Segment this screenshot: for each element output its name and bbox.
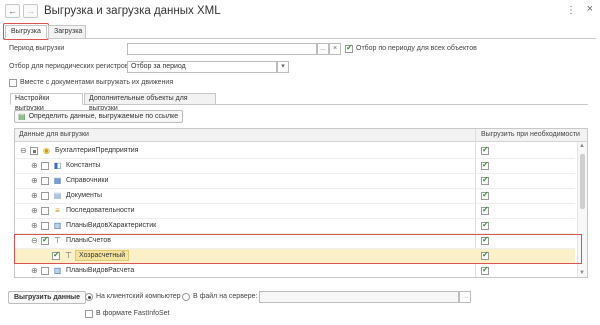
need-checkbox[interactable]	[481, 145, 489, 155]
expand-icon[interactable]: ⊕	[31, 161, 38, 170]
tabs-baseline	[4, 38, 596, 39]
highlight-export-tab	[3, 23, 49, 40]
expand-icon[interactable]: ⊕	[31, 221, 38, 230]
row-label: Справочники	[66, 177, 109, 184]
expand-icon[interactable]: ⊕	[31, 206, 38, 215]
constants-icon: ◧	[53, 161, 62, 170]
expand-icon[interactable]: ⊕	[31, 191, 38, 200]
row-label: Константы	[66, 162, 101, 169]
table-row[interactable]: ⊕ ≡ Последовательности	[15, 204, 575, 219]
scroll-up-icon[interactable]: ▲	[579, 143, 585, 149]
back-button[interactable]: ←	[5, 4, 20, 18]
define-data-button[interactable]: ▤ Определить данные, выгружаемые по ссыл…	[14, 110, 184, 123]
tab-import[interactable]: Загрузка	[48, 25, 86, 39]
server-radio[interactable]	[182, 293, 190, 301]
scroll-down-icon[interactable]: ▼	[579, 270, 585, 276]
need-checkbox[interactable]	[481, 190, 489, 200]
table-row[interactable]: ⊕ ▥ ПланыВидовРасчета	[15, 264, 575, 277]
close-icon[interactable]: ×	[587, 3, 593, 15]
row-label: Последовательности	[66, 207, 135, 214]
fastinfoset-label: В формате FastInfoSet	[96, 310, 170, 317]
documents-icon: ▤	[53, 191, 62, 200]
need-checkbox[interactable]	[481, 265, 489, 275]
expand-icon[interactable]: ⊕	[31, 176, 38, 185]
row-checkbox[interactable]	[41, 162, 49, 170]
need-checkbox[interactable]	[481, 160, 489, 170]
need-checkbox[interactable]	[481, 205, 489, 215]
row-checkbox[interactable]	[41, 222, 49, 230]
row-checkbox[interactable]	[41, 177, 49, 185]
calculation-types-icon: ▥	[53, 266, 62, 275]
row-checkbox[interactable]	[41, 192, 49, 200]
configuration-icon: ◉	[43, 146, 50, 155]
registers-select[interactable]: Отбор за период	[127, 61, 277, 73]
registers-dropdown-icon[interactable]: ▾	[277, 61, 289, 73]
table-row[interactable]: ⊖ ◉ БухгалтерияПредприятия	[15, 144, 575, 159]
period-select-button[interactable]: ...	[317, 43, 329, 55]
row-label: БухгалтерияПредприятия	[55, 147, 139, 154]
characteristics-icon: ▥	[53, 221, 62, 230]
docs-movements-checkbox[interactable]	[9, 79, 17, 87]
table-row[interactable]: ⊕ ▤ Документы	[15, 189, 575, 204]
forward-button[interactable]: →	[23, 4, 38, 18]
need-checkbox[interactable]	[481, 220, 489, 230]
define-data-label: Определить данные, выгружаемые по ссылке	[28, 113, 179, 120]
row-checkbox[interactable]	[30, 147, 38, 155]
catalogs-icon: ▦	[53, 176, 62, 185]
table-header: Данные для выгрузки Выгрузить при необхо…	[15, 129, 587, 142]
window-title: Выгрузка и загрузка данных XML	[44, 5, 221, 17]
define-data-icon: ▤	[18, 112, 26, 121]
need-checkbox[interactable]	[481, 175, 489, 185]
back-arrow-icon: ←	[8, 6, 17, 16]
sequences-icon: ≡	[55, 206, 60, 215]
filter-all-checkbox[interactable]	[345, 43, 353, 53]
tab-export-settings[interactable]: Настройки выгрузки	[10, 93, 83, 112]
scroll-thumb[interactable]	[580, 154, 585, 209]
forward-arrow-icon: →	[26, 6, 35, 16]
period-label: Период выгрузки	[9, 45, 65, 52]
expand-icon[interactable]: ⊖	[20, 146, 27, 155]
row-label: Документы	[66, 192, 103, 199]
server-path-input[interactable]	[259, 291, 459, 303]
export-data-button[interactable]: Выгрузить данные	[8, 291, 87, 304]
server-radio-label: В файл на сервере:	[193, 293, 258, 300]
filter-all-label: Отбор по периоду для всех объектов	[356, 45, 477, 52]
client-radio-label: На клиентский компьютер	[96, 293, 181, 300]
registers-label: Отбор для периодических регистров:	[9, 63, 131, 70]
table-row[interactable]: ⊕ ▥ ПланыВидовХарактеристик	[15, 219, 575, 234]
row-checkbox[interactable]	[41, 267, 49, 275]
more-vertical-icon[interactable]: ⋮	[566, 5, 576, 16]
server-browse-button[interactable]: …	[459, 291, 471, 303]
docs-movements-label: Вместе с документами выгружать их движен…	[20, 79, 174, 86]
row-label: ПланыВидовРасчета	[66, 267, 135, 274]
row-checkbox[interactable]	[41, 207, 49, 215]
col-need-header: Выгрузить при необходимости	[481, 131, 580, 138]
expand-icon[interactable]: ⊕	[31, 266, 38, 275]
period-clear-button[interactable]: ×	[329, 43, 341, 55]
fastinfoset-checkbox[interactable]	[85, 310, 93, 318]
highlight-accounts-rows	[14, 234, 582, 264]
table-row[interactable]: ⊕ ▦ Справочники	[15, 174, 575, 189]
col-data-header: Данные для выгрузки	[19, 131, 89, 138]
tab-additional-objects[interactable]: Дополнительные объекты для выгрузки	[84, 93, 216, 112]
table-row[interactable]: ⊕ ◧ Константы	[15, 159, 575, 174]
period-input[interactable]	[127, 43, 317, 55]
client-radio[interactable]	[85, 293, 93, 301]
row-label: ПланыВидовХарактеристик	[66, 222, 157, 229]
